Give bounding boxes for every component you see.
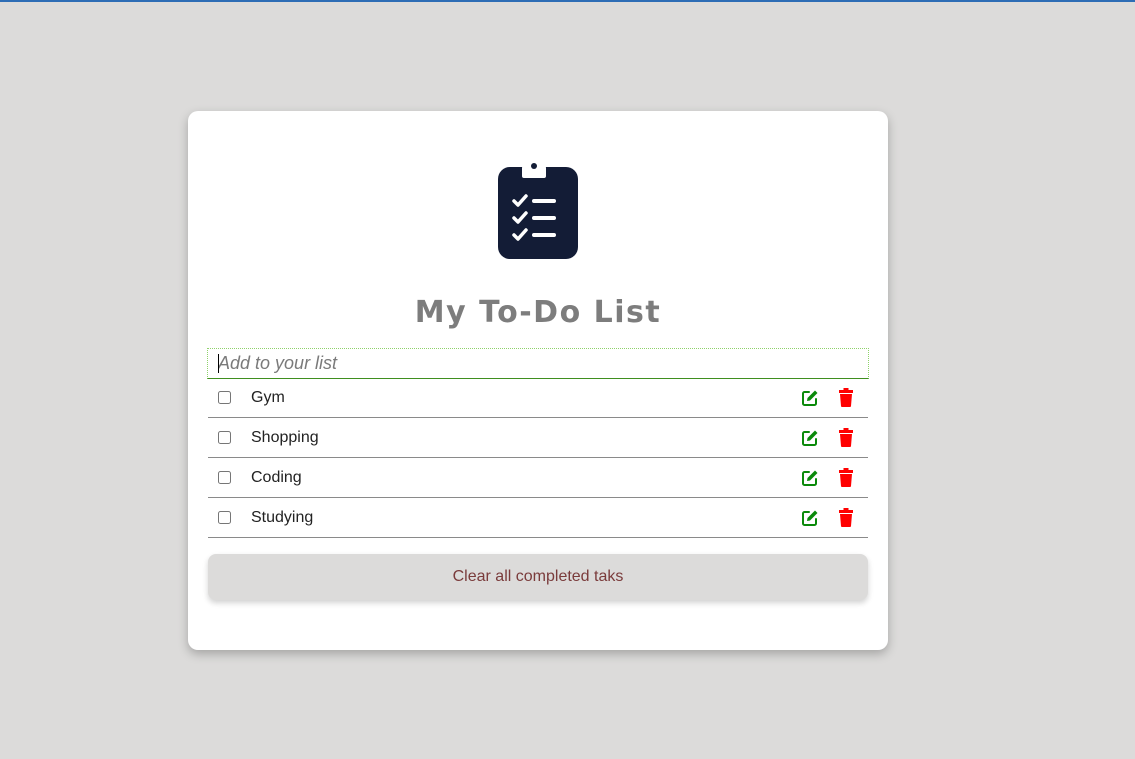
add-task-input[interactable] — [207, 348, 869, 379]
trash-icon[interactable] — [839, 468, 853, 487]
task-checkbox[interactable] — [218, 511, 231, 524]
task-item: Shopping — [208, 418, 868, 458]
task-item: Gym — [208, 378, 868, 418]
task-label: Studying — [251, 509, 314, 526]
trash-icon[interactable] — [839, 428, 853, 447]
task-checkbox[interactable] — [218, 471, 231, 484]
edit-icon[interactable] — [801, 509, 819, 527]
edit-icon[interactable] — [801, 389, 819, 407]
task-item: Studying — [208, 498, 868, 538]
task-label: Coding — [251, 469, 302, 486]
task-label: Shopping — [251, 429, 319, 446]
task-list: Gym Shopping Coding Studying — [208, 378, 868, 538]
task-checkbox[interactable] — [218, 391, 231, 404]
task-label: Gym — [251, 389, 285, 406]
edit-icon[interactable] — [801, 429, 819, 447]
text-caret — [218, 354, 219, 373]
clipboard-checklist-icon — [498, 159, 578, 259]
todo-card: My To-Do List Gym Shopping — [188, 111, 888, 650]
clear-completed-button[interactable]: Clear all completed taks — [208, 554, 868, 600]
trash-icon[interactable] — [839, 388, 853, 407]
page-title: My To-Do List — [414, 295, 662, 330]
trash-icon[interactable] — [839, 508, 853, 527]
task-item: Coding — [208, 458, 868, 498]
browser-top-border — [0, 0, 1135, 2]
task-checkbox[interactable] — [218, 431, 231, 444]
edit-icon[interactable] — [801, 469, 819, 487]
